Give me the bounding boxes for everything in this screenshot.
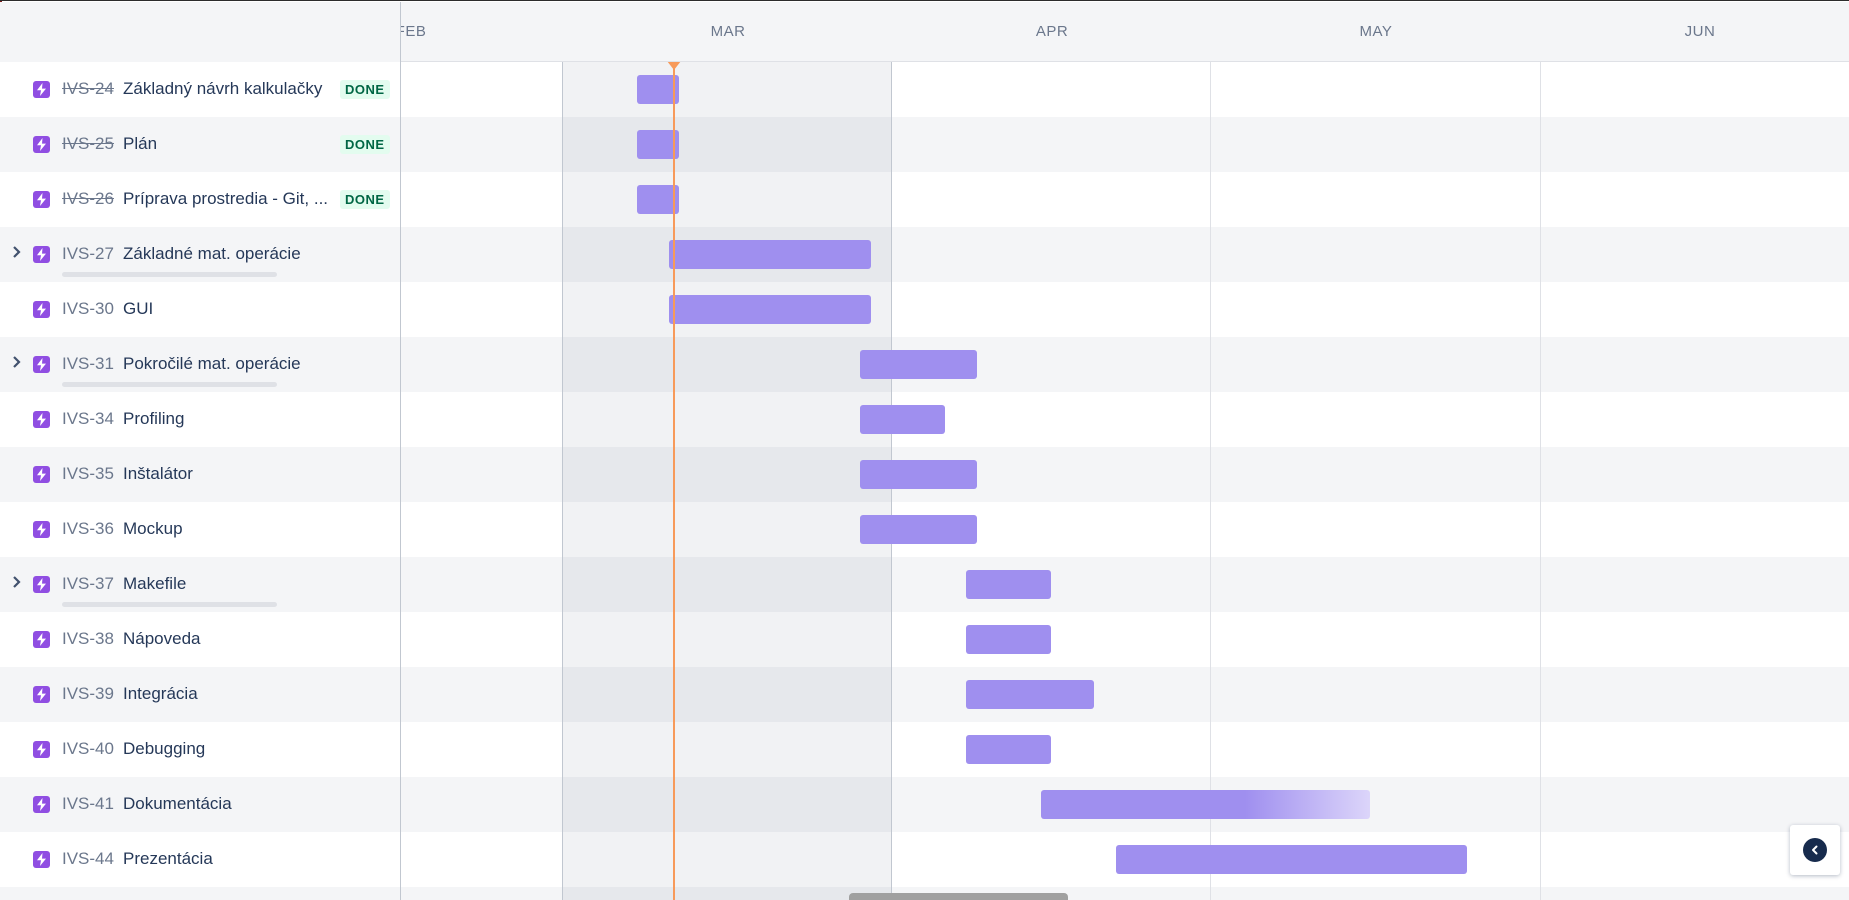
issue-row[interactable]: IVS-31 Pokročilé mat. operácie <box>0 337 400 392</box>
issue-summary[interactable]: Prezentácia <box>123 849 213 869</box>
month-divider <box>1540 62 1541 900</box>
issue-summary[interactable]: Plán <box>123 134 157 154</box>
chevron-left-icon <box>1803 838 1827 862</box>
issue-row[interactable]: IVS-40 Debugging <box>0 722 400 777</box>
issue-row[interactable]: IVS-44 Prezentácia <box>0 832 400 887</box>
issue-bar[interactable] <box>669 240 871 269</box>
issue-bar[interactable] <box>1116 845 1467 874</box>
lightning-bolt-icon <box>33 246 50 263</box>
issue-row[interactable]: IVS-30 GUI <box>0 282 400 337</box>
issue-key[interactable]: IVS-25 <box>62 134 114 154</box>
issue-key[interactable]: IVS-39 <box>62 684 114 704</box>
issue-summary[interactable]: Mockup <box>123 519 183 539</box>
lightning-bolt-icon <box>33 796 50 813</box>
issue-row[interactable]: IVS-27 Základné mat. operácie <box>0 227 400 282</box>
issue-row[interactable]: IVS-36 Mockup <box>0 502 400 557</box>
issue-bar[interactable] <box>966 680 1094 709</box>
list-header <box>0 2 401 62</box>
issue-row[interactable]: IVS-25 Plán DONE <box>0 117 400 172</box>
child-progress-bar <box>62 272 277 277</box>
issue-summary[interactable]: Dokumentácia <box>123 794 232 814</box>
lightning-bolt-icon <box>33 356 50 373</box>
issue-key[interactable]: IVS-34 <box>62 409 114 429</box>
collapse-panel-button[interactable] <box>1790 825 1840 875</box>
issue-summary[interactable]: Inštalátor <box>123 464 193 484</box>
issue-key[interactable]: IVS-30 <box>62 299 114 319</box>
month-label-apr: APR <box>1035 23 1069 40</box>
issue-key[interactable]: IVS-38 <box>62 629 114 649</box>
issue-summary[interactable]: GUI <box>123 299 153 319</box>
lightning-bolt-icon <box>33 631 50 648</box>
issue-row[interactable]: IVS-38 Nápoveda <box>0 612 400 667</box>
issue-key[interactable]: IVS-37 <box>62 574 114 594</box>
issue-list: IVS-24 Základný návrh kalkulačky DONE IV… <box>0 62 401 900</box>
issue-bar[interactable] <box>1041 790 1370 819</box>
child-progress-bar <box>62 382 277 387</box>
lightning-bolt-icon <box>33 301 50 318</box>
lightning-bolt-icon <box>33 851 50 868</box>
issue-row[interactable]: IVS-24 Základný návrh kalkulačky DONE <box>0 62 400 117</box>
issue-row[interactable]: IVS-26 Príprava prostredia - Git, ... DO… <box>0 172 400 227</box>
issue-summary[interactable]: Integrácia <box>123 684 198 704</box>
lightning-bolt-icon <box>33 521 50 538</box>
issue-summary[interactable]: Pokročilé mat. operácie <box>123 354 301 374</box>
issue-key[interactable]: IVS-26 <box>62 189 114 209</box>
current-month-highlight <box>562 62 892 900</box>
month-label-may: MAY <box>1359 23 1393 40</box>
issue-row[interactable]: IVS-34 Profiling <box>0 392 400 447</box>
issue-row[interactable]: IVS-41 Dokumentácia <box>0 777 400 832</box>
issue-bar[interactable] <box>860 350 977 379</box>
lightning-bolt-icon <box>33 411 50 428</box>
issue-key[interactable]: IVS-41 <box>62 794 114 814</box>
issue-key[interactable]: IVS-35 <box>62 464 114 484</box>
issue-bar[interactable] <box>860 405 945 434</box>
timeline-header: FEB MAR APR MAY JUN <box>0 2 1849 62</box>
status-badge: DONE <box>340 80 390 99</box>
month-label-mar: MAR <box>710 23 746 40</box>
lightning-bolt-icon <box>33 136 50 153</box>
issue-row-partial <box>0 887 400 900</box>
issue-summary[interactable]: Príprava prostredia - Git, ... <box>123 189 328 209</box>
lightning-bolt-icon <box>33 191 50 208</box>
issue-key[interactable]: IVS-40 <box>62 739 114 759</box>
issue-bar[interactable] <box>966 735 1051 764</box>
roadmap-view: FEB MAR APR MAY JUN IVS-24 Základný návr… <box>0 0 1849 900</box>
issue-key[interactable]: IVS-24 <box>62 79 114 99</box>
issue-summary[interactable]: Základné mat. operácie <box>123 244 301 264</box>
today-marker-line <box>673 62 675 900</box>
chevron-right-icon[interactable] <box>11 575 25 589</box>
month-label-jun: JUN <box>1684 23 1716 40</box>
issue-key[interactable]: IVS-44 <box>62 849 114 869</box>
issue-row[interactable]: IVS-39 Integrácia <box>0 667 400 722</box>
issue-summary[interactable]: Debugging <box>123 739 205 759</box>
issue-bar[interactable] <box>966 625 1051 654</box>
issue-row[interactable]: IVS-35 Inštalátor <box>0 447 400 502</box>
issue-summary[interactable]: Profiling <box>123 409 184 429</box>
issue-key[interactable]: IVS-27 <box>62 244 114 264</box>
month-divider <box>1210 62 1211 900</box>
issue-key[interactable]: IVS-36 <box>62 519 114 539</box>
issue-bar[interactable] <box>966 570 1051 599</box>
issue-summary[interactable]: Makefile <box>123 574 186 594</box>
issue-bar[interactable] <box>669 295 871 324</box>
chevron-right-icon[interactable] <box>11 245 25 259</box>
issue-summary[interactable]: Základný návrh kalkulačky <box>123 79 322 99</box>
chevron-right-icon[interactable] <box>11 355 25 369</box>
timeline-grid <box>401 62 1849 900</box>
lightning-bolt-icon <box>33 576 50 593</box>
lightning-bolt-icon <box>33 81 50 98</box>
lightning-bolt-icon <box>33 686 50 703</box>
lightning-bolt-icon <box>33 741 50 758</box>
today-marker-triangle <box>667 62 681 70</box>
issue-summary[interactable]: Nápoveda <box>123 629 201 649</box>
lightning-bolt-icon <box>33 466 50 483</box>
issue-key[interactable]: IVS-31 <box>62 354 114 374</box>
status-badge: DONE <box>340 190 390 209</box>
status-badge: DONE <box>340 135 390 154</box>
issue-row[interactable]: IVS-37 Makefile <box>0 557 400 612</box>
issue-bar[interactable] <box>860 515 977 544</box>
child-progress-bar <box>62 602 277 607</box>
issue-bar[interactable] <box>860 460 977 489</box>
